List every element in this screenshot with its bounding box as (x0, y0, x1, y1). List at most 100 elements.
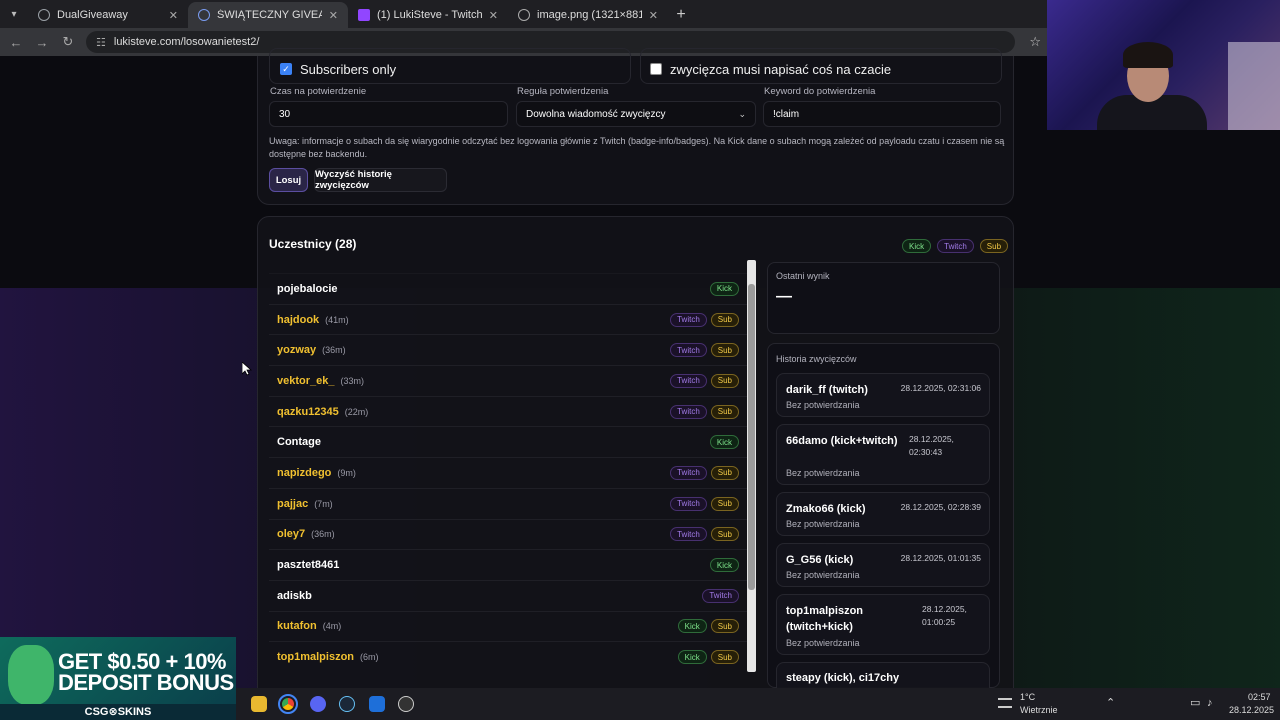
list-item: yozway (36m) Twitch Sub (269, 335, 747, 367)
bookmark-star-icon[interactable]: ☆ (1029, 34, 1041, 50)
tab-strip: ▾ DualGiveaway ✕ ŚWIĄTECZNY GIVEAWAY ✕ (… (0, 0, 1047, 28)
history-date: 28.12.2025, 02:30:43 (909, 434, 954, 457)
history-item: darik_ff (twitch) 28.12.2025, 02:31:06 B… (776, 373, 990, 417)
history-status: Bez potwierdzania (786, 570, 860, 580)
participant-name: pojebalocie (277, 282, 338, 295)
participants-list[interactable]: pojebalocie Kick hajdook (41m) Twitch Sub yozw… (269, 260, 747, 672)
volume-icon[interactable]: ♪ (1207, 698, 1213, 709)
list-item: Contage Kick (269, 427, 747, 459)
deposit-bonus-ad[interactable]: GET $0.50 + 10% DEPOSIT BONUS CSG⊗SKINS (0, 637, 236, 720)
tag-sub: Sub (710, 527, 739, 542)
file-explorer-icon[interactable] (251, 696, 267, 712)
tab-dualgiveaway[interactable]: DualGiveaway ✕ (28, 2, 188, 28)
tag-kick: Kick (709, 435, 739, 450)
tag-sub: Sub (710, 619, 739, 634)
legend-twitch: Twitch (937, 239, 974, 253)
back-icon[interactable]: ← (8, 35, 24, 50)
confirm-rule-select[interactable]: Dowolna wiadomość zwycięzcy ⌄ (516, 101, 756, 127)
close-icon[interactable]: ✕ (169, 9, 178, 22)
tray-chevron-icon[interactable]: ⌃ (1106, 698, 1115, 709)
history-winner: steapy (kick), ci17chy (786, 672, 900, 684)
participant-tags: Twitch Sub (670, 465, 739, 480)
draw-button[interactable]: Losuj (269, 168, 308, 192)
forward-icon[interactable]: → (34, 35, 50, 50)
mouse-cursor-icon (242, 362, 252, 376)
history-status: Bez potwierdzania (786, 519, 860, 529)
tag-kick: Kick (709, 558, 739, 573)
tag-sub: Sub (710, 650, 739, 665)
twitch-icon (358, 9, 370, 21)
close-icon[interactable]: ✕ (489, 9, 498, 22)
tab-title: image.png (1321×881) (537, 9, 642, 21)
reload-icon[interactable]: ↻ (60, 34, 76, 50)
confirm-time-input[interactable]: 30 (269, 101, 508, 127)
checkbox-unchecked[interactable] (650, 63, 662, 75)
list-item: adiskb Twitch (269, 581, 747, 612)
scrollbar-thumb[interactable] (748, 284, 755, 590)
participant-name: yozway (277, 344, 317, 357)
list-item: qazku12345 (22m) Twitch Sub (269, 397, 747, 428)
participant-name: pasztet8461 (277, 559, 340, 572)
history-winner: 66damo (kick+twitch) (786, 435, 898, 447)
tab-search-icon[interactable]: ▾ (0, 0, 28, 28)
history-date: 28.12.2025, 01:01:35 (900, 553, 981, 563)
history-item: steapy (kick), ci17chy (776, 662, 990, 688)
participant-time: (7m) (314, 498, 333, 509)
participant-name: Contage (277, 436, 321, 449)
history-date: 28.12.2025, 02:28:39 (900, 502, 981, 512)
participant-name: kutafon (277, 620, 317, 633)
tag-twitch: Twitch (670, 404, 707, 419)
list-scrollbar[interactable] (747, 260, 756, 672)
participant-name: vektor_ek_ (277, 374, 335, 387)
tab-twitch[interactable]: (1) LukiSteve - Twitch ✕ (348, 2, 508, 28)
checkbox-checked[interactable]: ✓ (280, 63, 292, 75)
participant-name: hajdook (277, 313, 320, 326)
list-item: pasztet8461 Kick (269, 550, 747, 581)
close-icon[interactable]: ✕ (649, 9, 658, 22)
participant-name: napizdego (277, 466, 332, 479)
list-item: pajjac (7m) Twitch Sub (269, 489, 747, 520)
participant-time: (4m) (322, 621, 342, 632)
participant-name: pajjac (277, 497, 309, 510)
tag-twitch: Twitch (702, 588, 739, 603)
ad-line-2: DEPOSIT BONUS (58, 670, 234, 695)
participant-time: (41m) (325, 314, 349, 325)
winner-must-type-option[interactable]: zwycięzca musi napisać coś na czacie (650, 55, 891, 83)
network-icon[interactable]: ▭ (1190, 698, 1200, 709)
ad-mascot-icon (8, 645, 54, 705)
weather-icon[interactable] (998, 698, 1012, 708)
tag-twitch: Twitch (670, 465, 707, 480)
site-icon (198, 9, 210, 21)
tab-title: ŚWIĄTECZNY GIVEAWAY (217, 9, 322, 21)
steam-icon[interactable] (339, 696, 355, 712)
history-winner: top1malpiszon (twitch+kick) (786, 605, 864, 633)
globe-icon (518, 9, 530, 21)
obs-icon[interactable] (398, 696, 414, 712)
history-item: G_G56 (kick) 28.12.2025, 01:01:35 Bez po… (776, 543, 990, 587)
keyword-value: !claim (773, 108, 800, 120)
tag-sub: Sub (710, 312, 739, 327)
url-text: lukisteve.com/losowanietest2/ (113, 36, 260, 48)
history-winner: Zmako66 (kick) (786, 503, 866, 515)
close-icon[interactable]: ✕ (329, 9, 338, 22)
new-tab-button[interactable]: + (668, 2, 694, 28)
tab-image[interactable]: image.png (1321×881) ✕ (508, 2, 668, 28)
site-info-icon[interactable]: ☷ (96, 36, 106, 49)
legend-kick: Kick (902, 239, 932, 253)
keyword-input[interactable]: !claim (763, 101, 1001, 127)
app-icon[interactable] (369, 696, 385, 712)
participant-time: (33m) (340, 375, 365, 386)
weather-desc: Wietrznie (1020, 705, 1058, 715)
history-label: Historia zwycięzców (776, 354, 857, 364)
history-winner: darik_ff (twitch) (786, 384, 868, 396)
keyword-label: Keyword do potwierdzenia (764, 86, 876, 97)
clear-history-button[interactable]: Wyczyść historię zwycięzców (314, 168, 447, 192)
tag-twitch: Twitch (670, 343, 707, 358)
discord-icon[interactable] (310, 696, 326, 712)
subscribers-only-option[interactable]: ✓ Subscribers only (280, 55, 396, 83)
chrome-icon[interactable] (278, 694, 298, 714)
legend: Kick Twitch Sub (902, 239, 1009, 253)
history-status: Bez potwierdzania (786, 400, 860, 410)
tab-swiateczny-giveaway[interactable]: ŚWIĄTECZNY GIVEAWAY ✕ (188, 2, 348, 28)
participant-name: adiskb (277, 589, 312, 602)
